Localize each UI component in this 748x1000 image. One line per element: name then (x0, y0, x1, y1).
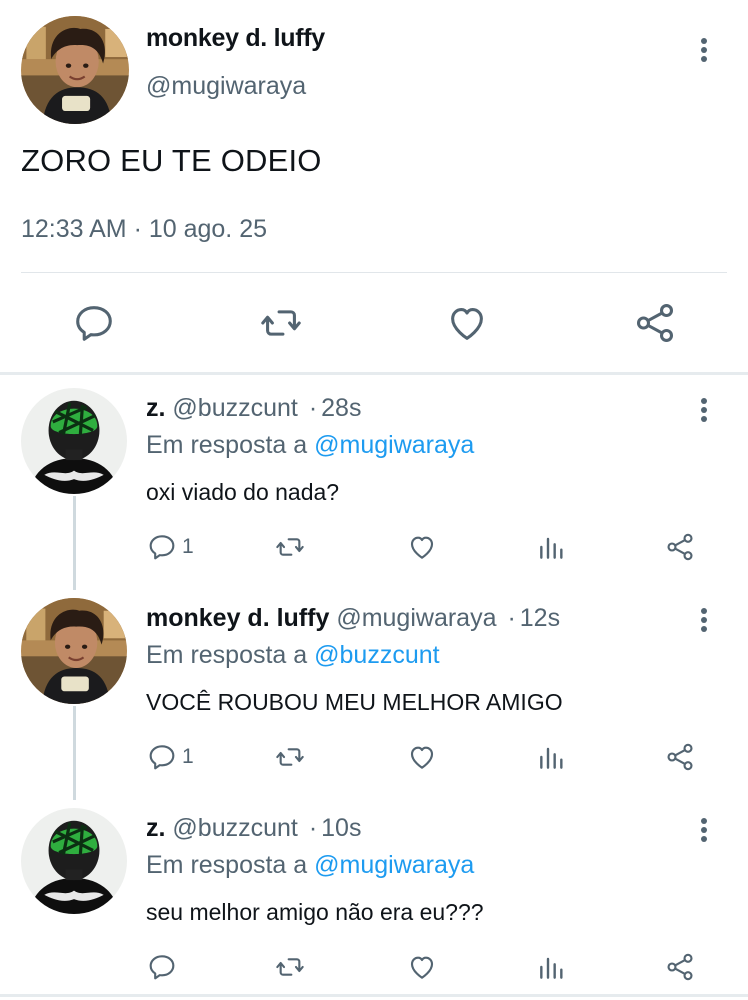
reply-header: z. @buzzcunt · 28s (146, 394, 361, 423)
analytics-icon[interactable] (536, 950, 568, 984)
author-name[interactable]: z. (146, 814, 165, 842)
bottom-separator (0, 994, 748, 997)
analytics-icon[interactable] (536, 530, 568, 564)
divider (21, 272, 727, 273)
share-icon[interactable] (664, 740, 696, 774)
mention-link[interactable]: @mugiwaraya (314, 851, 474, 879)
share-icon[interactable] (664, 530, 696, 564)
reply-time: 28s (321, 394, 362, 422)
replying-prefix: Em resposta a (146, 431, 308, 459)
more-options-icon[interactable] (698, 398, 710, 428)
like-icon[interactable] (406, 740, 438, 774)
reply-actions: 1 (0, 740, 748, 776)
reply-header: z. @buzzcunt · 10s (146, 814, 361, 843)
more-options-icon[interactable] (698, 818, 710, 848)
analytics-icon[interactable] (536, 740, 568, 774)
share-icon[interactable] (664, 950, 696, 984)
reply-button[interactable] (146, 950, 182, 984)
author-handle[interactable]: @mugiwaraya (146, 72, 306, 101)
avatar[interactable] (21, 598, 127, 704)
author-name[interactable]: monkey d. luffy (146, 24, 325, 53)
reply-text: VOCÊ ROUBOU MEU MELHOR AMIGO (146, 689, 563, 715)
separator-dot: · (308, 814, 318, 842)
main-tweet: monkey d. luffy @mugiwaraya ZORO EU TE O… (0, 0, 748, 372)
reply-text: oxi viado do nada? (146, 479, 340, 505)
replying-to: Em resposta a @mugiwaraya (146, 431, 474, 460)
reply-button[interactable]: 1 (146, 740, 194, 774)
separator-dot: · (308, 394, 318, 422)
reply-count: 1 (182, 535, 194, 558)
reply-tweet[interactable]: z. @buzzcunt · 28s Em resposta a @mugiwar… (0, 376, 748, 586)
reply-icon (149, 955, 175, 980)
like-icon[interactable] (406, 950, 438, 984)
share-icon[interactable] (632, 300, 678, 346)
tweet-actions (0, 300, 748, 348)
reply-time: 12s (519, 604, 561, 632)
more-options-icon[interactable] (698, 608, 710, 638)
retweet-icon[interactable] (258, 300, 304, 346)
like-icon[interactable] (444, 300, 490, 346)
more-options-icon[interactable] (698, 38, 710, 68)
reply-icon[interactable] (71, 300, 117, 346)
author-name[interactable]: z. (146, 394, 165, 422)
avatar[interactable] (21, 16, 129, 124)
mention-link[interactable]: @buzzcunt (314, 641, 439, 669)
author-name[interactable]: monkey d. luffy (146, 604, 329, 632)
reply-actions (0, 950, 748, 986)
replying-prefix: Em resposta a (146, 641, 308, 669)
retweet-icon[interactable] (274, 950, 306, 984)
reply-icon (149, 535, 175, 560)
author-handle[interactable]: @buzzcunt (172, 394, 297, 422)
tweet-timestamp: 12:33 AM · 10 ago. 25 (21, 215, 268, 243)
reply-count: 1 (182, 745, 194, 768)
avatar[interactable] (21, 388, 127, 494)
section-separator (0, 372, 748, 375)
reply-actions: 1 (0, 530, 748, 566)
reply-text: seu melhor amigo não era eu??? (146, 899, 484, 925)
replying-to: Em resposta a @mugiwaraya (146, 851, 474, 880)
reply-button[interactable]: 1 (146, 530, 194, 564)
author-handle[interactable]: @mugiwaraya (336, 604, 496, 632)
retweet-icon[interactable] (274, 740, 306, 774)
replying-to: Em resposta a @buzzcunt (146, 641, 440, 670)
avatar[interactable] (21, 808, 127, 914)
reply-tweet[interactable]: z. @buzzcunt · 10s Em resposta a @mugiwar… (0, 796, 748, 1000)
replying-prefix: Em resposta a (146, 851, 308, 879)
reply-icon (149, 745, 175, 770)
reply-tweet[interactable]: monkey d. luffy @mugiwaraya · 12s Em resp… (0, 586, 748, 796)
reply-header: monkey d. luffy @mugiwaraya · 12s (146, 604, 560, 633)
retweet-icon[interactable] (274, 530, 306, 564)
tweet-text: ZORO EU TE ODEIO (21, 143, 322, 178)
author-handle[interactable]: @buzzcunt (172, 814, 297, 842)
separator-dot: · (507, 604, 516, 632)
like-icon[interactable] (406, 530, 438, 564)
reply-time: 10s (321, 814, 362, 842)
mention-link[interactable]: @mugiwaraya (314, 431, 474, 459)
